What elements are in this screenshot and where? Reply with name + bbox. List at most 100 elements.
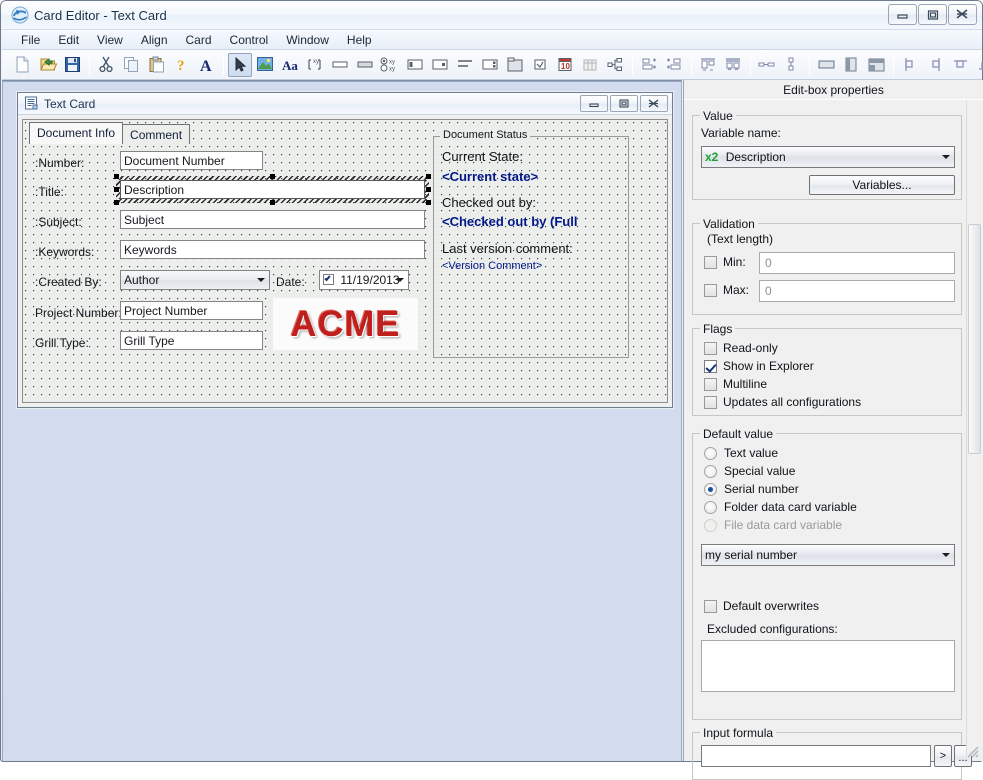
copy-icon[interactable]: [119, 53, 143, 77]
image-tool-icon[interactable]: [253, 53, 277, 77]
radio-serial-number[interactable]: [704, 483, 717, 496]
make-same-height-icon[interactable]: [780, 53, 804, 77]
text-card-close-button[interactable]: [640, 95, 668, 112]
size-to-content-icon[interactable]: [814, 53, 838, 77]
checkbox-tool-icon[interactable]: [528, 53, 552, 77]
chevron-down-icon[interactable]: [396, 278, 404, 282]
field-subject[interactable]: Subject: [120, 210, 425, 229]
center-horizontal-icon[interactable]: [864, 53, 888, 77]
tab-order-top-icon[interactable]: [948, 53, 972, 77]
align-top-edges-icon[interactable]: [696, 53, 720, 77]
new-card-icon[interactable]: [10, 53, 34, 77]
window-minimize-button[interactable]: [888, 4, 917, 25]
card-design-surface[interactable]: Document Info Comment :Number: Document …: [22, 119, 668, 403]
tab-order-left-icon[interactable]: [898, 53, 922, 77]
variables-button[interactable]: Variables...: [809, 175, 955, 195]
align-left-edges-icon[interactable]: [637, 53, 661, 77]
card-tab-comment[interactable]: Comment: [122, 124, 190, 144]
separator-tool-icon[interactable]: [453, 53, 477, 77]
make-same-width-icon[interactable]: [755, 53, 779, 77]
menu-control[interactable]: Control: [221, 31, 278, 49]
tree-tool-icon[interactable]: [603, 53, 627, 77]
chevron-down-icon[interactable]: [257, 278, 265, 282]
updates-all-configurations-checkbox[interactable]: [704, 396, 717, 409]
window-maximize-button[interactable]: [918, 4, 947, 25]
default-overwrites-checkbox[interactable]: [704, 600, 717, 613]
resize-handle-e[interactable]: [426, 187, 431, 192]
spin-tool-icon[interactable]: [478, 53, 502, 77]
align-bottom-edges-icon[interactable]: [721, 53, 745, 77]
resize-handle-nw[interactable]: [114, 174, 119, 179]
edit-box-tool-icon[interactable]: xy: [303, 53, 327, 77]
min-input[interactable]: 0: [759, 252, 955, 274]
menu-align[interactable]: Align: [132, 31, 177, 49]
properties-scrollbar-thumb[interactable]: [968, 224, 981, 454]
acme-logo[interactable]: ACME: [273, 298, 418, 350]
cut-icon[interactable]: [94, 53, 118, 77]
field-number[interactable]: Document Number: [120, 151, 263, 170]
card-tab-document-info[interactable]: Document Info: [29, 122, 123, 144]
button-tool-icon[interactable]: [328, 53, 352, 77]
resize-handle-ne[interactable]: [426, 174, 431, 179]
field-date[interactable]: 11/19/2013: [319, 270, 409, 290]
read-only-checkbox[interactable]: [704, 342, 717, 355]
field-title[interactable]: Description: [120, 180, 425, 199]
radio-check-tool-icon[interactable]: xy xy: [378, 53, 402, 77]
paste-icon[interactable]: [144, 53, 168, 77]
text-card-restore-button[interactable]: [610, 95, 638, 112]
radio-special-value[interactable]: [704, 465, 717, 478]
text-tool-icon[interactable]: Aa: [278, 53, 302, 77]
excluded-configurations-listbox[interactable]: [701, 640, 955, 692]
resize-handle-sw[interactable]: [114, 200, 119, 205]
chevron-down-icon[interactable]: [942, 155, 950, 159]
align-right-edges-icon[interactable]: [662, 53, 686, 77]
tab-order-right-icon[interactable]: [923, 53, 947, 77]
combo-tool-icon[interactable]: [353, 53, 377, 77]
input-formula-run-button[interactable]: >: [934, 745, 952, 767]
show-in-explorer-checkbox[interactable]: [704, 360, 717, 373]
radio-file-data-card-variable-label: File data card variable: [724, 518, 842, 532]
list-tool-icon[interactable]: [403, 53, 427, 77]
font-icon[interactable]: A: [194, 53, 218, 77]
properties-vertical-scrollbar[interactable]: [966, 100, 982, 756]
pointer-tool-icon[interactable]: [228, 53, 252, 77]
dropdown-tool-icon[interactable]: [428, 53, 452, 77]
serial-number-combo[interactable]: my serial number: [701, 544, 955, 566]
radio-text-value[interactable]: [704, 447, 717, 460]
open-card-icon[interactable]: [35, 53, 59, 77]
tab-order-bottom-icon[interactable]: [973, 53, 983, 77]
menu-edit[interactable]: Edit: [49, 31, 88, 49]
resize-handle-n[interactable]: [270, 174, 275, 179]
radio-folder-data-card-variable[interactable]: [704, 501, 717, 514]
center-vertical-icon[interactable]: [839, 53, 863, 77]
variable-name-combo[interactable]: x2 Description: [701, 146, 955, 168]
input-formula-field[interactable]: [701, 745, 931, 767]
menu-card[interactable]: Card: [177, 31, 221, 49]
field-created-by[interactable]: Author: [120, 270, 270, 290]
resize-handle-w[interactable]: [114, 187, 119, 192]
multiline-checkbox[interactable]: [704, 378, 717, 391]
field-project-number[interactable]: Project Number: [120, 301, 263, 320]
date-enabled-checkbox[interactable]: [323, 274, 334, 285]
chevron-down-icon[interactable]: [942, 553, 950, 557]
field-grill-type[interactable]: Grill Type: [120, 331, 263, 350]
date-tool-icon[interactable]: 10: [553, 53, 577, 77]
acme-logo-text: ACME: [291, 303, 401, 345]
window-close-button[interactable]: [948, 4, 977, 25]
max-checkbox[interactable]: [704, 284, 717, 297]
text-card-minimize-button[interactable]: [580, 95, 608, 112]
help-icon[interactable]: ?: [169, 53, 193, 77]
grid-tool-icon[interactable]: [578, 53, 602, 77]
window-resize-grip[interactable]: [966, 745, 980, 759]
menu-help[interactable]: Help: [338, 31, 381, 49]
menu-view[interactable]: View: [88, 31, 132, 49]
resize-handle-s[interactable]: [270, 200, 275, 205]
save-card-icon[interactable]: [60, 53, 84, 77]
field-keywords[interactable]: Keywords: [120, 240, 425, 259]
menu-file[interactable]: File: [12, 31, 49, 49]
tab-tool-icon[interactable]: [503, 53, 527, 77]
max-input[interactable]: 0: [759, 280, 955, 302]
min-checkbox[interactable]: [704, 256, 717, 269]
resize-handle-se[interactable]: [426, 200, 431, 205]
menu-window[interactable]: Window: [277, 31, 338, 49]
